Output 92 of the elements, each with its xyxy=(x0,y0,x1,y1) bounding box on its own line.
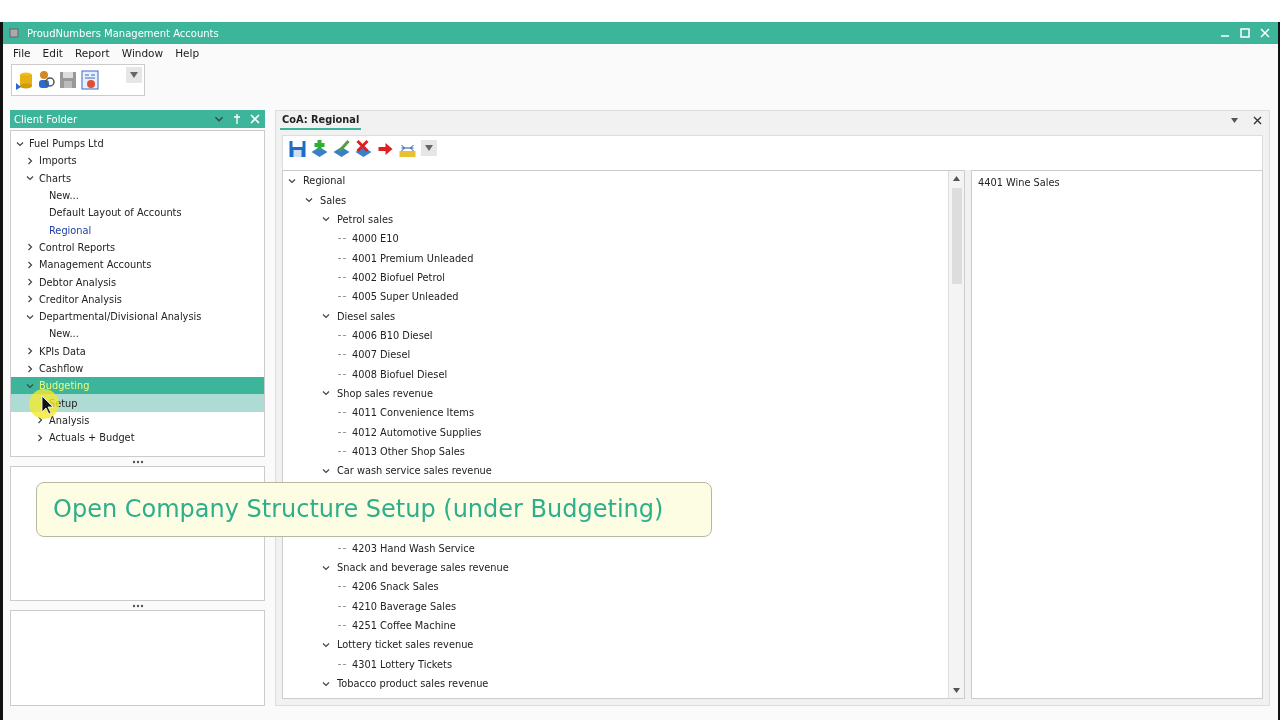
account-label[interactable]: Tobacco product sales revenue xyxy=(337,678,489,690)
dropdown-icon[interactable] xyxy=(425,145,433,151)
account-label[interactable]: 4011 Convenience Items xyxy=(352,407,475,419)
tree-item[interactable]: Analysis xyxy=(11,411,264,430)
account-label[interactable]: 4401 Wine Sales xyxy=(978,177,1060,189)
tree-item[interactable]: Control Reports xyxy=(11,238,264,257)
tree-item-label: Departmental/Divisional Analysis xyxy=(39,311,202,323)
tree-item[interactable]: Imports xyxy=(11,152,264,170)
chevron-right-icon[interactable] xyxy=(35,415,45,426)
tree-item[interactable]: Departmental/Divisional Analysis xyxy=(11,307,264,326)
tree-item-label: Charts xyxy=(39,172,72,184)
account-label[interactable]: 4002 Biofuel Petrol xyxy=(352,271,445,283)
tree-item-label: Creditor Analysis xyxy=(39,293,122,305)
account-label[interactable]: 4251 Coffee Machine xyxy=(352,620,456,632)
add-book-icon[interactable] xyxy=(309,138,330,160)
tree-item[interactable]: KPIs Data xyxy=(11,342,264,360)
splitter-handle-icon[interactable] xyxy=(131,459,144,464)
account-label[interactable]: 4008 Biofuel Diesel xyxy=(352,368,448,380)
tree-item-label: Fuel Pumps Ltd xyxy=(29,138,104,150)
tree-item[interactable]: New... xyxy=(11,325,264,343)
account-label[interactable]: Car wash service sales revenue xyxy=(337,465,492,477)
account-label[interactable]: 4206 Snack Sales xyxy=(352,581,439,593)
report-icon[interactable] xyxy=(80,69,100,91)
menu-item[interactable]: Report xyxy=(70,47,114,59)
tree-item-label: New... xyxy=(49,190,79,202)
account-label[interactable]: 4203 Hand Wash Service xyxy=(352,542,475,554)
edit-book-icon[interactable] xyxy=(331,138,352,160)
tree-item[interactable]: Regional xyxy=(11,221,264,239)
window-title: ProudNumbers Management Accounts xyxy=(27,27,220,39)
tree-item-label: Debtor Analysis xyxy=(39,276,117,288)
tree-item[interactable]: Debtor Analysis xyxy=(11,273,264,291)
person-search-icon[interactable] xyxy=(36,69,56,91)
scrollbar[interactable] xyxy=(948,171,964,698)
menu-item[interactable]: Window xyxy=(117,47,168,59)
tree-item[interactable]: Fuel Pumps Ltd xyxy=(11,135,264,153)
chevron-right-icon[interactable] xyxy=(35,432,45,443)
tree-item-label: KPIs Data xyxy=(39,345,86,357)
save-icon[interactable] xyxy=(287,138,308,160)
account-label[interactable]: 4001 Premium Unleaded xyxy=(352,252,474,264)
document-tab[interactable]: CoA: Regional xyxy=(280,110,362,130)
menu-item[interactable]: Help xyxy=(171,47,204,59)
account-label[interactable]: Lottery ticket sales revenue xyxy=(337,639,474,651)
account-label[interactable]: Snack and beverage sales revenue xyxy=(337,562,509,573)
account-label[interactable]: 4006 B10 Diesel xyxy=(352,329,433,341)
dropdown-icon[interactable] xyxy=(130,72,138,78)
account-label[interactable]: Sales xyxy=(320,194,347,206)
tree-item-label: New... xyxy=(49,328,79,340)
account-label[interactable]: 4000 E10 xyxy=(352,233,399,245)
chevron-right-icon[interactable] xyxy=(25,242,35,253)
account-label[interactable]: 4005 Super Unleaded xyxy=(352,291,459,303)
tree-item[interactable]: Default Layout of Accounts xyxy=(11,204,264,222)
tree-item[interactable]: Cashflow xyxy=(11,359,264,378)
chevron-right-icon[interactable] xyxy=(25,346,35,357)
chevron-down-icon[interactable] xyxy=(304,195,314,205)
delete-book-icon[interactable] xyxy=(353,138,374,160)
chevron-right-icon[interactable] xyxy=(25,259,35,270)
account-label[interactable]: 4301 Lottery Tickets xyxy=(352,658,453,670)
chevron-right-icon[interactable] xyxy=(25,155,35,166)
account-label[interactable]: Regional xyxy=(303,175,346,187)
tree-item[interactable]: Actuals + Budget xyxy=(11,429,264,447)
tree-item-label: Regional xyxy=(49,224,92,236)
tree-item-label: Actuals + Budget xyxy=(49,432,135,444)
menu-item[interactable]: File xyxy=(9,47,35,59)
panel-title: Client Folder xyxy=(14,113,79,125)
close-icon[interactable] xyxy=(1252,114,1263,126)
menu-item[interactable]: Edit xyxy=(38,47,67,59)
tree-item-label: Cashflow xyxy=(39,363,84,374)
tree-item-label: Analysis xyxy=(49,414,90,426)
chevron-right-icon[interactable] xyxy=(25,277,35,287)
account-label[interactable]: Petrol sales xyxy=(337,213,394,225)
account-label[interactable]: 4007 Diesel xyxy=(352,349,411,361)
tree-item[interactable]: Creditor Analysis xyxy=(11,290,264,308)
account-label[interactable]: 4210 Baverage Sales xyxy=(352,600,457,612)
tree-item[interactable]: Charts xyxy=(11,169,264,187)
splitter-handle-icon[interactable] xyxy=(131,603,144,608)
tree-item-label: Management Accounts xyxy=(39,259,152,271)
tree-item[interactable]: Management Accounts xyxy=(11,256,264,274)
account-label[interactable]: Diesel sales xyxy=(337,310,396,322)
account-label[interactable]: 4013 Other Shop Sales xyxy=(352,446,465,457)
tree-item-label: Control Reports xyxy=(39,241,116,253)
chevron-right-icon[interactable] xyxy=(25,363,35,374)
tree-item-label: Budgeting xyxy=(39,380,90,392)
tree-item-label: Imports xyxy=(39,155,77,167)
account-label[interactable]: Shop sales revenue xyxy=(337,387,433,399)
tree-item-label: Default Layout of Accounts xyxy=(49,207,182,219)
caption-banner: Open Company Structure Setup (under Budgeting) xyxy=(36,481,712,537)
scroll-up-icon[interactable] xyxy=(952,174,961,183)
account-label[interactable]: 4012 Automotive Supplies xyxy=(352,426,482,438)
tree-item[interactable]: New... xyxy=(11,186,264,205)
app-icon xyxy=(9,28,19,38)
chevron-right-icon[interactable] xyxy=(25,294,35,305)
scroll-down-icon[interactable] xyxy=(952,686,961,695)
